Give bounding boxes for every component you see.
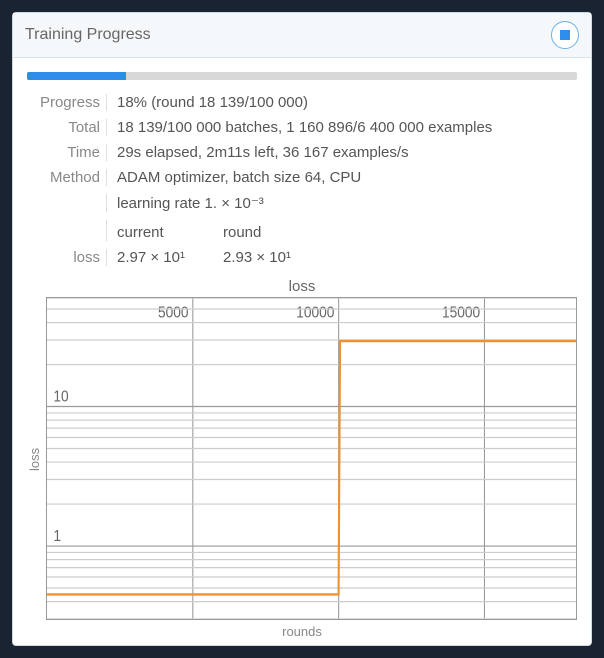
info-table: Progress 18% (round 18 139/100 000) Tota… xyxy=(27,94,577,266)
row-lr-value: learning rate 1. × 10⁻³ xyxy=(117,194,577,212)
row-progress-value: 18% (round 18 139/100 000) xyxy=(117,94,577,111)
row-progress-label: Progress xyxy=(27,94,107,111)
svg-text:15000: 15000 xyxy=(442,304,480,322)
panel-body: Progress 18% (round 18 139/100 000) Tota… xyxy=(13,58,591,645)
row-sub-label xyxy=(27,220,107,241)
chart-ylabel: loss xyxy=(27,297,42,622)
svg-text:10: 10 xyxy=(53,388,68,406)
panel-title: Training Progress xyxy=(25,26,151,44)
row-time-value: 29s elapsed, 2m11s left, 36 167 examples… xyxy=(117,144,577,161)
loss-round: 2.93 × 10¹ xyxy=(223,249,299,266)
loss-current: 2.97 × 10¹ xyxy=(117,249,193,266)
loss-chart: loss loss 5000 10000 15000 1 10 rounds xyxy=(27,278,577,639)
row-loss-label: loss xyxy=(27,249,107,266)
col-round: round xyxy=(223,224,299,241)
row-lr-label xyxy=(27,194,107,212)
col-current: current xyxy=(117,224,193,241)
chart-plot-area[interactable]: 5000 10000 15000 1 10 xyxy=(46,297,577,620)
chart-title: loss xyxy=(27,278,577,295)
svg-text:1: 1 xyxy=(53,527,61,545)
loss-column-headers: current round xyxy=(117,224,577,241)
svg-text:5000: 5000 xyxy=(158,304,189,322)
training-progress-panel: Training Progress Progress 18% (round 18… xyxy=(12,12,592,646)
svg-text:10000: 10000 xyxy=(296,304,334,322)
row-time-label: Time xyxy=(27,144,107,161)
chart-xlabel: rounds xyxy=(27,624,577,639)
row-loss-values: 2.97 × 10¹ 2.93 × 10¹ xyxy=(117,249,577,266)
row-method-value: ADAM optimizer, batch size 64, CPU xyxy=(117,169,577,186)
chart-svg: 5000 10000 15000 1 10 xyxy=(47,298,576,619)
progress-bar xyxy=(27,72,577,80)
panel-header: Training Progress xyxy=(13,13,591,58)
stop-button[interactable] xyxy=(551,21,579,49)
row-total-label: Total xyxy=(27,119,107,136)
row-method-label: Method xyxy=(27,169,107,186)
progress-bar-fill xyxy=(27,72,126,80)
row-total-value: 18 139/100 000 batches, 1 160 896/6 400 … xyxy=(117,119,577,136)
stop-icon xyxy=(559,29,571,41)
